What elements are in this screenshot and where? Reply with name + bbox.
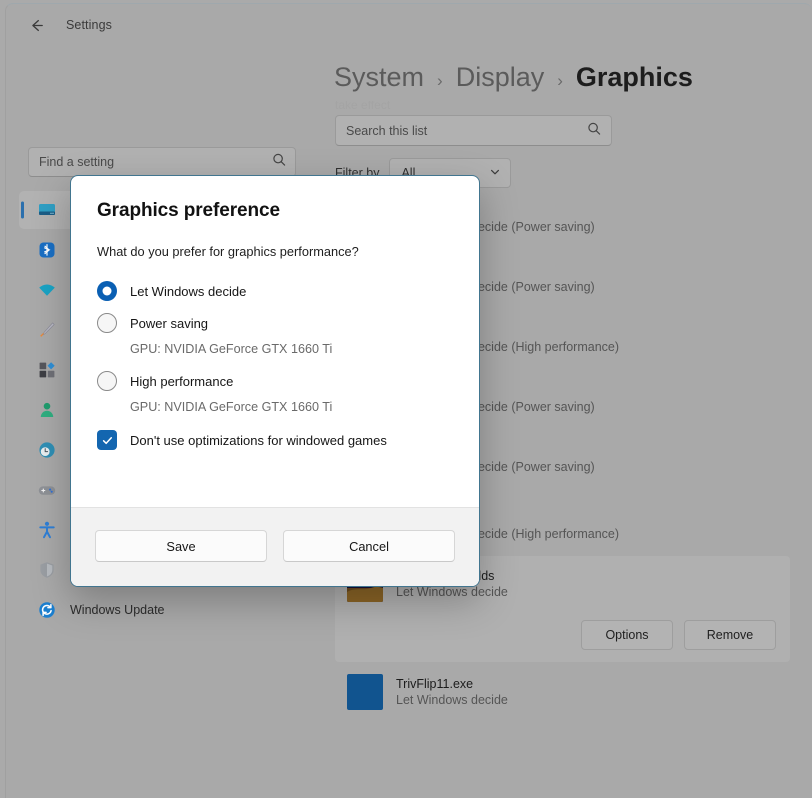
app-name: TrivFlip11.exe [396, 677, 508, 691]
dialog-body: Graphics preference What do you prefer f… [71, 176, 479, 507]
breadcrumb-item-graphics: Graphics [576, 62, 693, 93]
search-icon [587, 121, 601, 140]
wifi-icon [37, 280, 57, 300]
graphics-preference-radio-group: Let Windows decide Power saving GPU: NVI… [97, 275, 453, 414]
gpu-label-power-saving: GPU: NVIDIA GeForce GTX 1660 Ti [130, 342, 453, 356]
breadcrumb-item-display[interactable]: Display [456, 62, 545, 93]
app-icon-trivflip11 [347, 674, 383, 710]
back-arrow-icon [28, 17, 45, 34]
app-row-actions: Options Remove [347, 620, 778, 650]
breadcrumb-separator: › [437, 71, 443, 91]
chevron-down-icon [489, 166, 501, 181]
dialog-title: Graphics preference [97, 200, 453, 222]
settings-app-root: Settings Find a setting [0, 0, 812, 798]
find-a-setting-placeholder: Find a setting [39, 155, 114, 169]
window-title: Settings [66, 18, 112, 32]
radio-button[interactable] [97, 313, 117, 333]
sidebar-item-label: Windows Update [70, 603, 165, 617]
save-button[interactable]: Save [95, 530, 267, 562]
bluetooth-icon [37, 240, 57, 260]
search-this-list-input[interactable]: Search this list [335, 115, 612, 146]
clipped-helper-text: take effect [335, 101, 790, 110]
options-button[interactable]: Options [581, 620, 673, 650]
shield-icon [37, 560, 57, 580]
breadcrumb-item-system[interactable]: System [334, 62, 424, 93]
dialog-question: What do you prefer for graphics performa… [97, 244, 453, 259]
title-bar: Settings [6, 4, 812, 46]
radio-option-high-performance[interactable]: High performance [97, 365, 453, 397]
back-button[interactable] [20, 9, 52, 41]
apps-icon [37, 360, 57, 380]
paintbrush-icon [37, 320, 57, 340]
windowed-games-checkbox-row[interactable]: Don't use optimizations for windowed gam… [97, 430, 453, 450]
radio-option-let-windows-decide[interactable]: Let Windows decide [97, 275, 453, 307]
radio-button[interactable] [97, 371, 117, 391]
remove-button[interactable]: Remove [684, 620, 776, 650]
find-a-setting-input[interactable]: Find a setting [28, 147, 296, 177]
app-status: Let Windows decide [396, 585, 508, 599]
clock-icon [37, 440, 57, 460]
sidebar-item-windows-update[interactable]: Windows Update [19, 591, 293, 629]
cancel-button[interactable]: Cancel [283, 530, 455, 562]
accessibility-icon [37, 520, 57, 540]
checkbox-label: Don't use optimizations for windowed gam… [130, 433, 387, 448]
gamepad-icon [37, 480, 57, 500]
monitor-icon [37, 200, 57, 220]
breadcrumb: System › Display › Graphics [334, 62, 790, 93]
breadcrumb-separator: › [557, 71, 563, 91]
search-icon [272, 153, 286, 172]
radio-label: High performance [130, 374, 233, 389]
radio-label: Power saving [130, 316, 208, 331]
radio-button-selected[interactable] [97, 281, 117, 301]
graphics-preference-dialog: Graphics preference What do you prefer f… [70, 175, 480, 587]
search-this-list-placeholder: Search this list [346, 124, 427, 138]
dialog-footer: Save Cancel [71, 507, 479, 586]
checkbox-checked[interactable] [97, 430, 117, 450]
person-icon [37, 400, 57, 420]
update-icon [37, 600, 57, 620]
radio-option-power-saving[interactable]: Power saving [97, 307, 453, 339]
app-status: Let Windows decide [396, 693, 508, 707]
gpu-label-high-performance: GPU: NVIDIA GeForce GTX 1660 Ti [130, 400, 453, 414]
radio-label: Let Windows decide [130, 284, 246, 299]
list-item-trivflip11[interactable]: TrivFlip11.exe Let Windows decide [335, 662, 790, 722]
